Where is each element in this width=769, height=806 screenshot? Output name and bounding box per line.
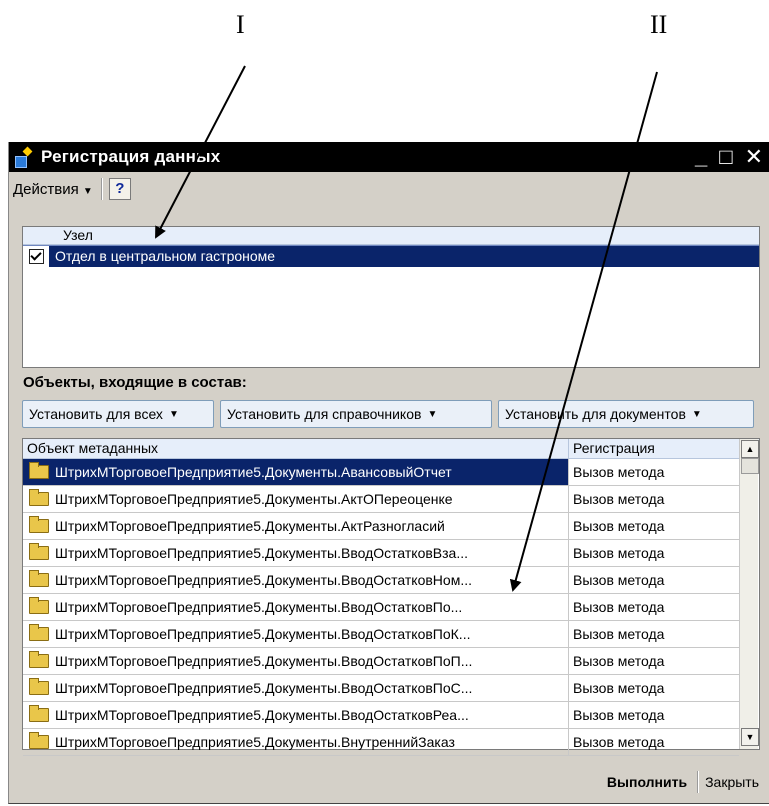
marker-i-label: I [236,10,245,39]
execute-button[interactable]: Выполнить [597,774,697,790]
object-name: ШтрихМТорговоеПредприятие5.Документы.Вну… [55,734,455,750]
object-name: ШтрихМТорговоеПредприятие5.Документы.Вво… [55,707,469,723]
nodes-row[interactable]: Отдел в центральном гастрономе [23,245,759,267]
registration-cell[interactable]: Вызов метода [568,702,738,728]
object-cell: ШтрихМТорговоеПредприятие5.Документы.Акт… [23,486,568,512]
object-name: ШтрихМТорговоеПредприятие5.Документы.Вво… [55,545,469,561]
menu-separator [100,178,103,200]
objects-section-label: Объекты, входящие в состав: [23,374,247,391]
table-row[interactable]: ШтрихМТорговоеПредприятие5.Документы.Вво… [23,702,739,729]
registration-cell[interactable]: Вызов метода [568,729,738,755]
folder-icon [29,516,49,533]
object-cell: ШтрихМТорговоеПредприятие5.Документы.Вво… [23,675,568,701]
set-for-documents-label: Установить для документов [505,406,686,422]
object-cell: ШтрихМТорговоеПредприятие5.Документы.Вво… [23,594,568,620]
object-cell: ШтрихМТорговоеПредприятие5.Документы.Вво… [23,621,568,647]
objects-rows: ШтрихМТорговоеПредприятие5.Документы.Ава… [23,459,739,756]
folder-icon [29,570,49,587]
registration-cell[interactable]: Вызов метода [568,594,738,620]
footer-bar: Выполнить Закрыть [9,761,769,803]
set-for-all-button[interactable]: Установить для всех ▼ [22,400,214,428]
folder-icon [29,732,49,749]
app-icon [13,146,35,168]
object-cell: ШтрихМТорговоеПредприятие5.Документы.Вво… [23,702,568,728]
registration-cell[interactable]: Вызов метода [568,675,738,701]
folder-icon [29,651,49,668]
objects-table: Объект метаданных Регистрация ШтрихМТорг… [22,438,760,756]
object-name: ШтрихМТорговоеПредприятие5.Документы.Ава… [55,464,452,480]
object-name: ШтрихМТорговоеПредприятие5.Документы.Вво… [55,653,473,669]
chevron-down-icon: ▼ [427,408,438,420]
column-object-header[interactable]: Объект метаданных [23,439,568,458]
actions-menu-label: Действия [13,180,79,198]
table-row[interactable]: ШтрихМТорговоеПредприятие5.Документы.Вво… [23,540,739,567]
table-row[interactable]: ШтрихМТорговоеПредприятие5.Документы.Вво… [23,567,739,594]
scroll-thumb[interactable] [741,458,759,474]
table-row[interactable]: ШтрихМТорговоеПредприятие5.Документы.Акт… [23,486,739,513]
node-name: Отдел в центральном гастрономе [49,246,759,267]
column-registration-header[interactable]: Регистрация [568,439,738,458]
vertical-scrollbar[interactable]: ▲ ▼ [739,439,759,749]
chevron-down-icon: ▼ [82,185,93,197]
set-for-catalogs-label: Установить для справочников [227,406,422,422]
minimize-button[interactable]: _ [695,144,707,170]
nodes-column-header[interactable]: Узел [23,227,759,245]
maximize-button[interactable]: □ [719,144,732,170]
chevron-down-icon: ▼ [691,408,702,420]
table-row[interactable]: ШтрихМТорговоеПредприятие5.Документы.Вво… [23,675,739,702]
close-button[interactable]: Закрыть [699,774,765,790]
object-name: ШтрихМТорговоеПредприятие5.Документы.Акт… [55,518,445,534]
title-bar: Регистрация данных _ □ ✕ [9,142,769,172]
registration-cell[interactable]: Вызов метода [568,621,738,647]
menu-bar: Действия ▼ ? [9,172,769,206]
object-name: ШтрихМТорговоеПредприятие5.Документы.Вво… [55,626,471,642]
close-window-button[interactable]: ✕ [745,144,763,170]
set-for-all-label: Установить для всех [29,406,163,422]
folder-icon [29,705,49,722]
object-cell: ШтрихМТорговоеПредприятие5.Документы.Вну… [23,729,568,755]
table-row[interactable]: ШтрихМТорговоеПредприятие5.Документы.Вво… [23,594,739,621]
help-button[interactable]: ? [108,178,131,200]
window-title: Регистрация данных [41,147,221,166]
actions-menu[interactable]: Действия ▼ [13,181,93,198]
object-cell: ШтрихМТорговоеПредприятие5.Документы.Вво… [23,648,568,674]
chevron-down-icon: ▼ [168,408,179,420]
table-row[interactable]: ШтрихМТорговоеПредприятие5.Документы.Акт… [23,513,739,540]
registration-cell[interactable]: Вызов метода [568,540,738,566]
folder-icon [29,543,49,560]
object-cell: ШтрихМТорговоеПредприятие5.Документы.Вво… [23,567,568,593]
object-name: ШтрихМТорговоеПредприятие5.Документы.Вво… [55,599,463,615]
object-name: ШтрихМТорговоеПредприятие5.Документы.Акт… [55,491,453,507]
scroll-up-icon[interactable]: ▲ [741,440,759,458]
marker-ii-label: II [650,10,668,39]
object-cell: ШтрихМТорговоеПредприятие5.Документы.Акт… [23,513,568,539]
object-cell: ШтрихМТорговоеПредприятие5.Документы.Вво… [23,540,568,566]
table-row[interactable]: ШтрихМТорговоеПредприятие5.Документы.Ава… [23,459,739,486]
registration-cell[interactable]: Вызов метода [568,513,738,539]
folder-icon [29,678,49,695]
set-for-catalogs-button[interactable]: Установить для справочников ▼ [220,400,492,428]
folder-icon [29,624,49,641]
registration-cell[interactable]: Вызов метода [568,459,738,485]
object-cell: ШтрихМТорговоеПредприятие5.Документы.Ава… [23,459,568,485]
registration-cell[interactable]: Вызов метода [568,486,738,512]
registration-cell[interactable]: Вызов метода [568,567,738,593]
folder-icon [29,597,49,614]
folder-icon [29,462,49,479]
node-checkbox[interactable] [28,249,44,264]
table-row[interactable]: ШтрихМТорговоеПредприятие5.Документы.Вво… [23,648,739,675]
registration-window: Регистрация данных _ □ ✕ Действия ▼ ? Уз… [8,142,769,804]
table-row[interactable]: ШтрихМТорговоеПредприятие5.Документы.Вво… [23,621,739,648]
set-for-documents-button[interactable]: Установить для документов ▼ [498,400,754,428]
nodes-table: Узел Отдел в центральном гастрономе [22,226,760,368]
objects-table-header: Объект метаданных Регистрация [23,439,759,459]
table-row[interactable]: ШтрихМТорговоеПредприятие5.Документы.Вну… [23,729,739,756]
object-name: ШтрихМТорговоеПредприятие5.Документы.Вво… [55,680,473,696]
registration-cell[interactable]: Вызов метода [568,648,738,674]
folder-icon [29,489,49,506]
scroll-down-icon[interactable]: ▼ [741,728,759,746]
object-name: ШтрихМТорговоеПредприятие5.Документы.Вво… [55,572,472,588]
